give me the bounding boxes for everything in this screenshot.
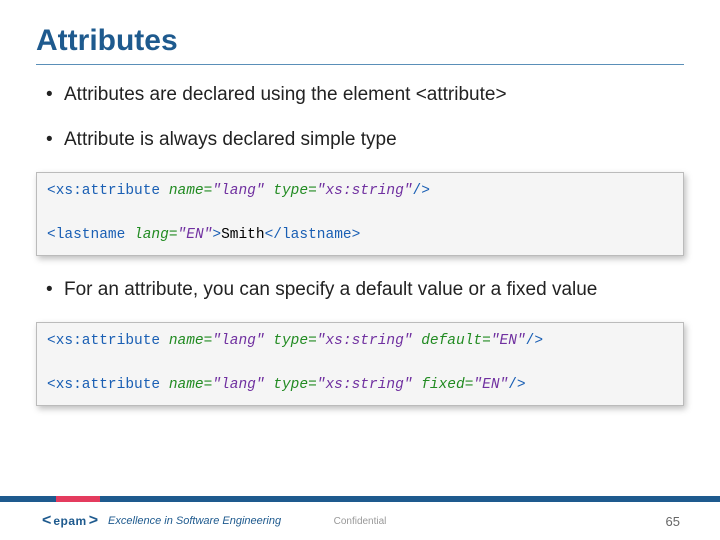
bullet-1: Attributes are declared using the elemen… (46, 83, 684, 108)
code-token: lang= (125, 227, 177, 243)
code-token: "lang" (212, 377, 264, 393)
bullet-3: For an attribute, you can specify a defa… (46, 278, 684, 303)
footer-page-number: 65 (666, 514, 680, 529)
code-token: <xs:attribute (47, 333, 160, 349)
code-token: default= (413, 333, 491, 349)
code-token: name= (160, 333, 212, 349)
code-token: type= (265, 333, 317, 349)
code-token: <lastname (47, 227, 125, 243)
code-token: > (212, 227, 221, 243)
code-token: "EN" (473, 377, 508, 393)
bullet-2: Attribute is always declared simple type (46, 128, 684, 153)
code-token: "xs:string" (317, 377, 413, 393)
code-token: "xs:string" (317, 183, 413, 199)
slide: Attributes Attributes are declared using… (0, 0, 720, 540)
footer-confidential: Confidential (334, 516, 387, 527)
bullet-list-2: For an attribute, you can specify a defa… (36, 278, 684, 303)
code-token: Smith (221, 227, 265, 243)
code-token: "xs:string" (317, 333, 413, 349)
code-token: </lastname> (265, 227, 361, 243)
code-token: /> (413, 183, 430, 199)
code-token: name= (160, 183, 212, 199)
title-rule (36, 64, 684, 65)
logo-text: epam (53, 514, 86, 528)
logo: < epam > (42, 512, 98, 530)
code-token: type= (265, 377, 317, 393)
code-token: /> (526, 333, 543, 349)
code-token: /> (508, 377, 525, 393)
footer: < epam > Excellence in Software Engineer… (0, 496, 720, 540)
code-token: <xs:attribute (47, 183, 160, 199)
code-token: "lang" (212, 183, 264, 199)
logo-bracket-right: > (89, 512, 98, 530)
code-token: "EN" (178, 227, 213, 243)
code-token: fixed= (413, 377, 474, 393)
footer-content: < epam > Excellence in Software Engineer… (0, 502, 720, 540)
code-token: type= (265, 183, 317, 199)
bullet-list: Attributes are declared using the elemen… (36, 83, 684, 152)
logo-bracket-left: < (42, 512, 51, 530)
footer-tagline: Excellence in Software Engineering (108, 515, 281, 527)
code-token: "lang" (212, 333, 264, 349)
code-block-1: <xs:attribute name="lang" type="xs:strin… (36, 172, 684, 255)
code-token: "EN" (491, 333, 526, 349)
code-token: <xs:attribute (47, 377, 160, 393)
code-block-2: <xs:attribute name="lang" type="xs:strin… (36, 322, 684, 405)
code-token: name= (160, 377, 212, 393)
slide-title: Attributes (36, 24, 684, 58)
